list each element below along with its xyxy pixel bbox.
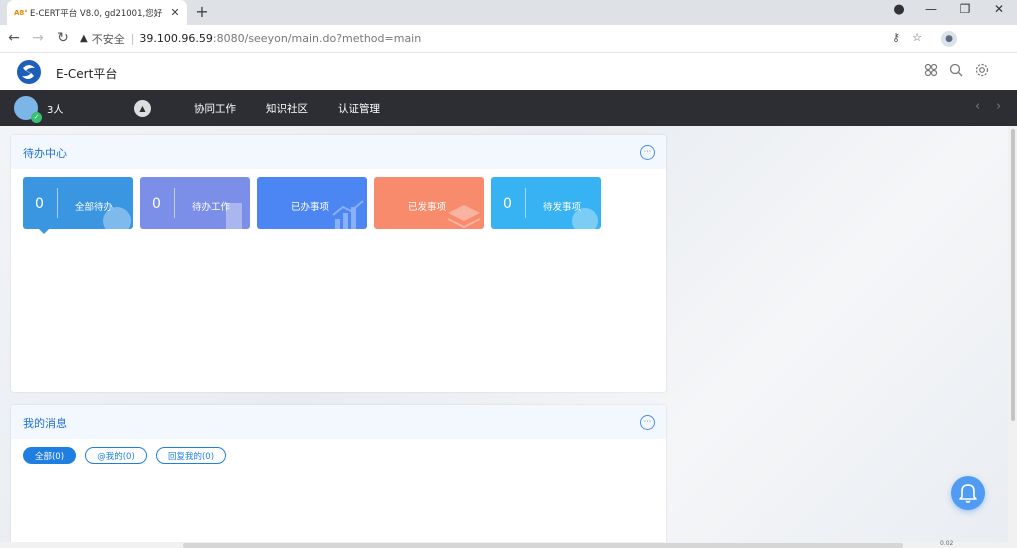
tab-title: E-CERT平台 V8.0, gd21001,您好 [30, 8, 163, 19]
globe-icon [103, 207, 131, 229]
card-divider [174, 188, 175, 218]
online-count: 3人 [47, 105, 64, 116]
more-icon[interactable]: ··· [640, 145, 655, 160]
url-field[interactable]: ▲ 不安全 | 39.100.96.59 :8080/seeyon/main.d… [80, 28, 880, 49]
filter-replies[interactable]: 回复我的(0) [156, 447, 226, 464]
reload-icon[interactable]: ↻ [55, 30, 71, 46]
main-nav: ✓ 3人 ▲ 协同工作 知识社区 认证管理 ‹ › [0, 90, 1017, 126]
more-icon[interactable]: ··· [640, 415, 655, 430]
horizontal-scroll-thumb[interactable] [183, 543, 903, 548]
nav-next-icon[interactable]: › [996, 99, 1001, 114]
gear-icon[interactable] [974, 63, 990, 81]
card-count: 0 [503, 196, 512, 212]
active-card-pointer [38, 228, 50, 234]
favicon: A8° [14, 8, 28, 17]
menu-item-knowledge[interactable]: 知识社区 [266, 101, 308, 116]
back-icon[interactable]: ← [6, 30, 22, 46]
card-sent-items[interactable]: 已发事项 [374, 177, 484, 229]
url-path: :8080/seeyon/main.do?method=main [212, 32, 422, 45]
messages-panel-title: 我的消息 [23, 417, 67, 430]
insecure-label: 不安全 [91, 32, 125, 46]
search-icon[interactable] [948, 63, 964, 81]
menu-item-collab[interactable]: 协同工作 [194, 101, 236, 116]
card-divider [57, 188, 58, 218]
zoom-hint: 0.02 [940, 540, 954, 547]
restore-icon[interactable]: ❐ [950, 2, 980, 16]
divider: | [130, 32, 135, 45]
new-tab-button[interactable]: + [194, 2, 210, 21]
app-header: E-Cert平台 [0, 53, 1017, 90]
browser-tab[interactable]: A8° E-CERT平台 V8.0, gd21001,您好 ✕ [7, 0, 187, 25]
apps-grid-icon[interactable] [923, 63, 939, 81]
messages-panel-header: 我的消息 ··· [11, 405, 666, 439]
stack-icon [447, 205, 481, 229]
filter-all[interactable]: 全部(0) [23, 447, 76, 464]
app-logo-icon [17, 60, 41, 84]
warning-icon: ▲ [80, 33, 88, 44]
nav-prev-icon[interactable]: ‹ [975, 99, 980, 114]
close-icon[interactable]: ✕ [984, 2, 1014, 16]
forward-icon[interactable]: → [30, 30, 46, 46]
online-check-icon: ✓ [31, 112, 42, 123]
menu-item-certification[interactable]: 认证管理 [338, 101, 380, 116]
star-icon[interactable]: ☆ [910, 31, 924, 44]
bell-icon [959, 484, 977, 503]
card-divider [525, 188, 526, 218]
triangle-nav-icon[interactable]: ▲ [134, 100, 151, 117]
todo-panel-title: 待办中心 [23, 147, 67, 160]
chart-up-icon [332, 200, 364, 229]
messages-panel: 我的消息 ··· 全部(0) @我的(0) 回复我的(0) [11, 405, 666, 545]
card-count: 0 [35, 196, 44, 212]
app-title: E-Cert平台 [56, 67, 118, 81]
todo-panel: 待办中心 ··· 0 全部待办 0 待办工作 已办事项 已发事项 0 待发事项 [11, 135, 666, 392]
pie-icon [572, 208, 598, 229]
key-icon[interactable]: ⚷ [889, 31, 903, 44]
filter-mentions[interactable]: @我的(0) [85, 447, 147, 464]
url-host: 39.100.96.59 [139, 32, 213, 45]
address-bar-row: ← → ↻ ▲ 不安全 | 39.100.96.59 :8080/seeyon/… [0, 25, 1017, 74]
browser-tab-strip: A8° E-CERT平台 V8.0, gd21001,您好 ✕ + ● — ❐ … [0, 0, 1017, 25]
notification-bell-button[interactable] [951, 476, 985, 510]
card-count: 0 [152, 196, 161, 212]
card-pending-work[interactable]: 0 待办工作 [140, 177, 250, 229]
todo-panel-header: 待办中心 ··· [11, 135, 666, 169]
document-icon [226, 203, 242, 229]
card-to-send[interactable]: 0 待发事项 [491, 177, 601, 229]
card-all-todo[interactable]: 0 全部待办 [23, 177, 133, 229]
minimize-icon[interactable]: — [916, 2, 946, 16]
profile-menu-icon[interactable]: ● [884, 2, 914, 17]
browser-avatar-icon[interactable]: ● [941, 31, 957, 47]
card-done-items[interactable]: 已办事项 [257, 177, 367, 229]
vertical-scroll-thumb[interactable] [1011, 129, 1015, 421]
tab-close-icon[interactable]: ✕ [170, 6, 180, 19]
